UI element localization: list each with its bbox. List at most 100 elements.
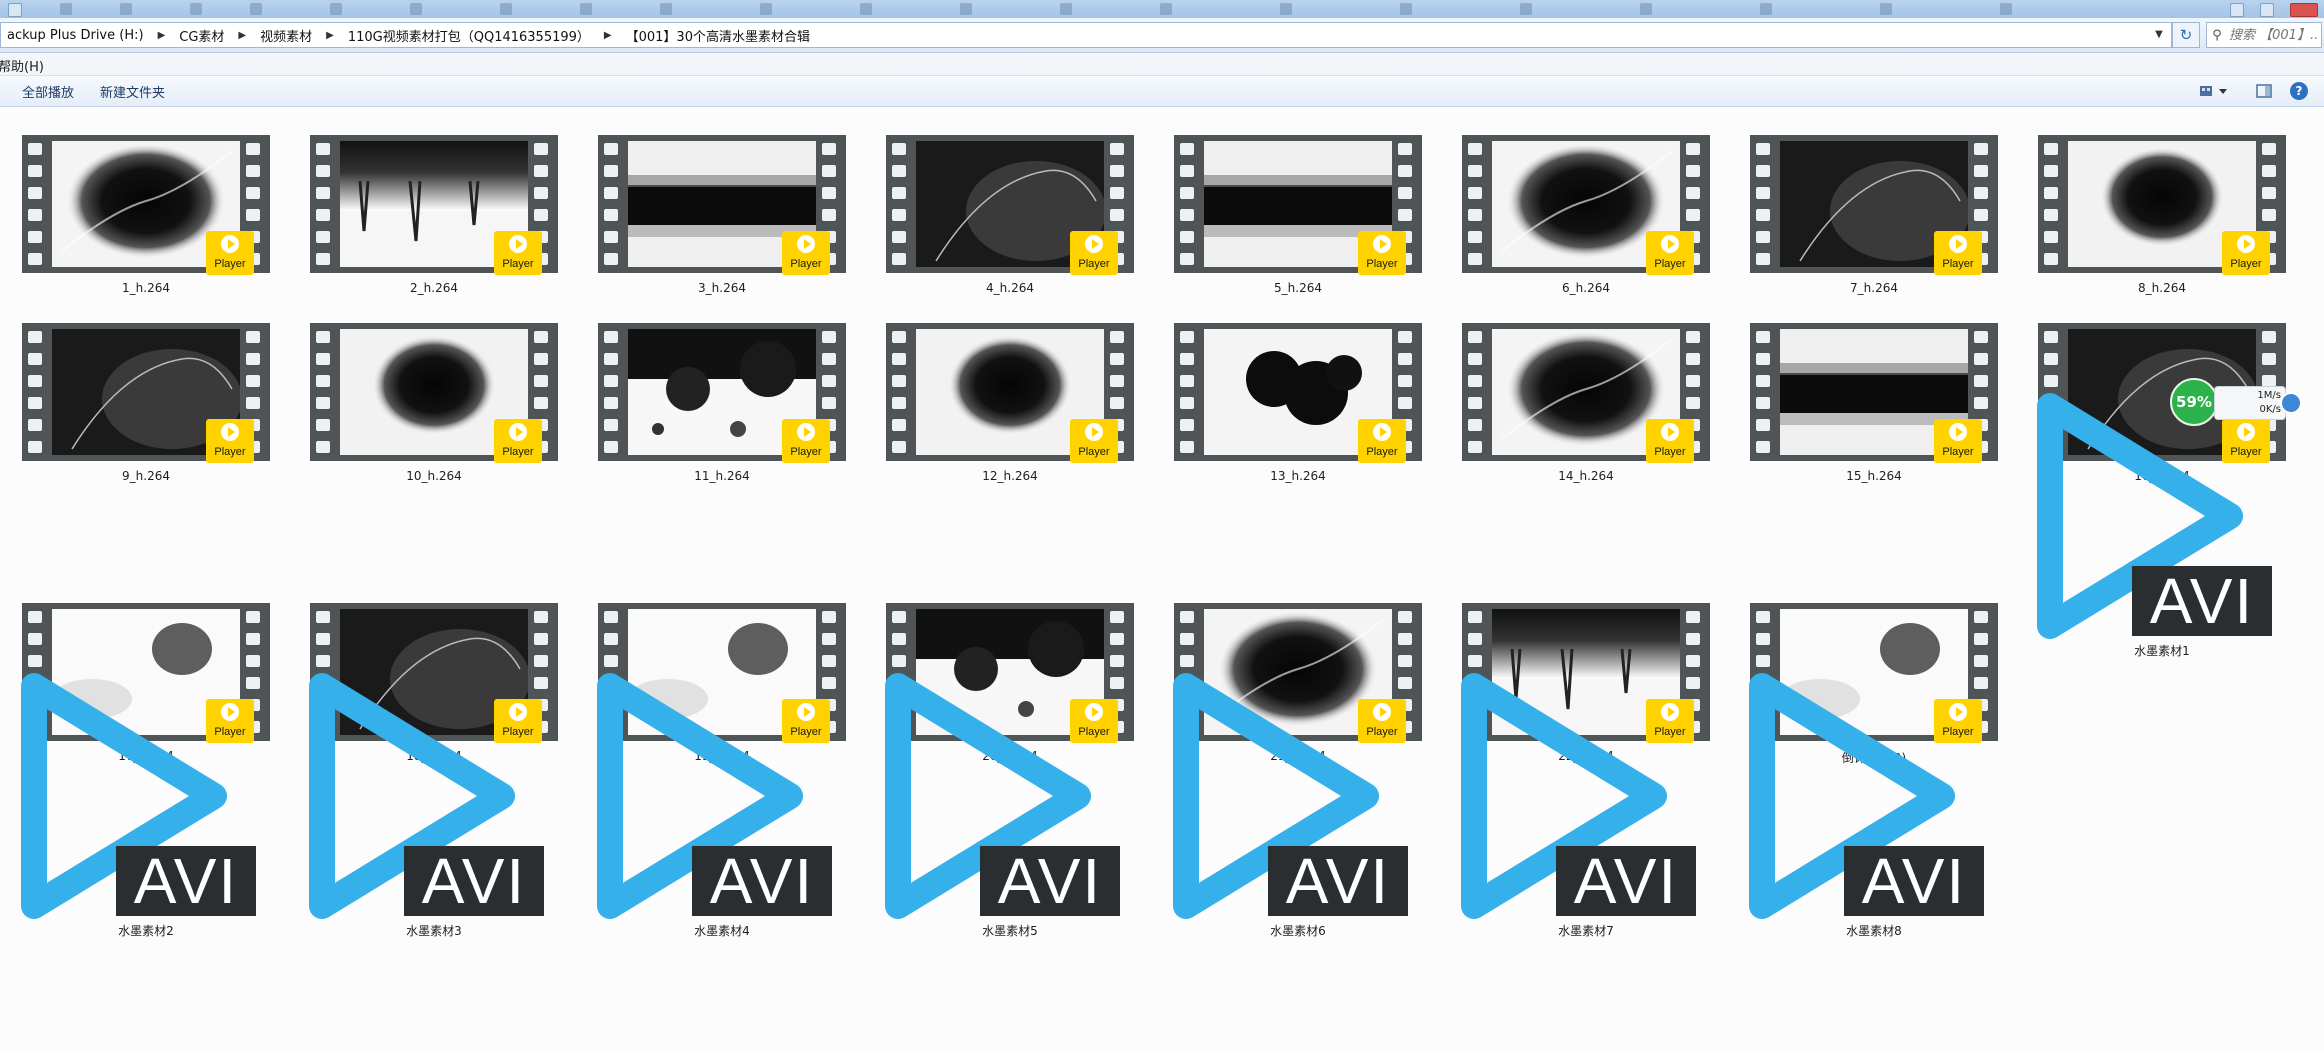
player-badge-icon: Player <box>1934 419 1982 463</box>
preview-pane-button[interactable] <box>2254 81 2274 101</box>
video-file-item[interactable]: Player 12_h.264 <box>864 323 1156 493</box>
avi-format-badge: AVI <box>1844 846 1984 916</box>
taskbar-app-icon[interactable] <box>1760 3 1772 15</box>
maximize-icon[interactable] <box>2260 3 2274 17</box>
video-file-item[interactable]: Player 14_h.264 <box>1440 323 1732 493</box>
video-file-item[interactable]: Player 1_h.264 <box>0 135 292 305</box>
network-speed-widget[interactable]: 59% 1M/s 0K/s <box>2170 378 2302 428</box>
breadcrumb-pack[interactable]: 110G视频素材打包（QQ1416355199） <box>342 26 596 45</box>
player-badge-label: Player <box>1366 258 1398 270</box>
player-badge-label: Player <box>1366 446 1398 458</box>
taskbar-app-icon[interactable] <box>190 3 202 15</box>
taskbar-app-icon[interactable] <box>960 3 972 15</box>
breadcrumb-video[interactable]: 视频素材 <box>254 26 318 45</box>
widget-ball-icon[interactable] <box>2280 392 2302 414</box>
taskbar-app-icon[interactable] <box>860 3 872 15</box>
window-icon[interactable] <box>8 3 22 17</box>
avi-file-item[interactable]: AVI 水墨素材2 <box>0 666 292 940</box>
avi-file-item[interactable]: AVI 水墨素材8 <box>1728 666 2020 940</box>
video-file-item[interactable]: Player 4_h.264 <box>864 135 1156 305</box>
player-badge-icon: Player <box>2222 231 2270 275</box>
player-badge-label: Player <box>790 446 822 458</box>
film-perforation <box>28 143 46 265</box>
player-badge-icon: Player <box>206 419 254 463</box>
file-name: 8_h.264 <box>2138 281 2186 295</box>
taskbar-app-icon[interactable] <box>1060 3 1072 15</box>
taskbar-app-icon[interactable] <box>2000 3 2012 15</box>
taskbar-app-icon[interactable] <box>1280 3 1292 15</box>
file-name: 水墨素材5 <box>982 924 1038 938</box>
breadcrumb-arrow-icon[interactable]: ▶ <box>596 30 620 41</box>
breadcrumb-arrow-icon[interactable]: ▶ <box>318 30 342 41</box>
taskbar-app-icon[interactable] <box>1160 3 1172 15</box>
video-file-item[interactable]: Player 6_h.264 <box>1440 135 1732 305</box>
search-box[interactable]: ⚲ <box>2206 22 2322 48</box>
taskbar-app-icon[interactable] <box>330 3 342 15</box>
taskbar-app-icon[interactable] <box>1640 3 1652 15</box>
player-badge-label: Player <box>502 446 534 458</box>
address-bar[interactable]: ackup Plus Drive (H:) ▶ CG素材 ▶ 视频素材 ▶ 11… <box>0 22 2172 48</box>
avi-file-item[interactable]: AVI 水墨素材3 <box>288 666 580 940</box>
breadcrumb-arrow-icon[interactable]: ▶ <box>150 30 174 41</box>
video-file-item[interactable]: Player 9_h.264 <box>0 323 292 493</box>
breadcrumb-drive[interactable]: ackup Plus Drive (H:) <box>1 28 150 43</box>
file-name: 15_h.264 <box>1846 469 1902 483</box>
breadcrumb-arrow-icon[interactable]: ▶ <box>230 30 254 41</box>
taskbar-app-icon[interactable] <box>660 3 672 15</box>
new-folder-button[interactable]: 新建文件夹 <box>94 82 171 101</box>
file-name: 13_h.264 <box>1270 469 1326 483</box>
view-options-button[interactable] <box>2198 81 2230 101</box>
taskbar-app-icon[interactable] <box>1520 3 1532 15</box>
film-perforation <box>1468 143 1486 265</box>
film-perforation <box>28 331 46 453</box>
avi-file-item[interactable]: AVI 水墨素材6 <box>1152 666 1444 940</box>
close-icon[interactable] <box>2290 3 2318 17</box>
taskbar-app-icon[interactable] <box>580 3 592 15</box>
file-list-view: Player 1_h.264 Player 2_h.264 Player 3_h.264 P… <box>0 107 2324 1051</box>
avi-file-item[interactable]: AVI 水墨素材5 <box>864 666 1156 940</box>
video-file-item[interactable]: Player 10_h.264 <box>288 323 580 493</box>
player-badge-label: Player <box>1078 258 1110 270</box>
refresh-icon[interactable]: ↻ <box>2172 22 2200 48</box>
avi-file-item[interactable]: AVI 水墨素材4 <box>576 666 868 940</box>
avi-file-item[interactable]: AVI 水墨素材7 <box>1440 666 1732 940</box>
search-input[interactable] <box>2227 26 2321 44</box>
play-all-button[interactable]: 全部播放 <box>16 82 80 101</box>
video-file-item[interactable]: Player 13_h.264 <box>1152 323 1444 493</box>
address-bar-row: ackup Plus Drive (H:) ▶ CG素材 ▶ 视频素材 ▶ 11… <box>0 18 2324 53</box>
taskbar-app-icon[interactable] <box>500 3 512 15</box>
video-file-item[interactable]: Player 7_h.264 <box>1728 135 2020 305</box>
video-file-item[interactable]: Player 15_h.264 <box>1728 323 2020 493</box>
video-file-item[interactable]: Player 5_h.264 <box>1152 135 1444 305</box>
file-name: 6_h.264 <box>1562 281 1610 295</box>
taskbar-app-icon[interactable] <box>250 3 262 15</box>
film-perforation <box>604 143 622 265</box>
file-name: 水墨素材1 <box>2134 644 2190 658</box>
taskbar-app-icon[interactable] <box>1400 3 1412 15</box>
menu-help[interactable]: 帮助(H) <box>0 56 44 75</box>
taskbar-app-icon[interactable] <box>60 3 72 15</box>
taskbar-app-icon[interactable] <box>120 3 132 15</box>
avi-format-badge: AVI <box>1556 846 1696 916</box>
video-file-item[interactable]: Player 2_h.264 <box>288 135 580 305</box>
breadcrumb-current[interactable]: 【001】30个高清水墨素材合辑 <box>620 26 816 45</box>
player-badge-icon: Player <box>1070 231 1118 275</box>
address-dropdown-icon[interactable]: ▼ <box>2150 22 2168 46</box>
breadcrumb-cg[interactable]: CG素材 <box>173 26 230 45</box>
taskbar-app-icon[interactable] <box>760 3 772 15</box>
player-badge-icon: Player <box>1646 231 1694 275</box>
video-file-item[interactable]: Player 11_h.264 <box>576 323 868 493</box>
minimize-icon[interactable] <box>2230 3 2244 17</box>
film-perforation <box>2044 143 2062 265</box>
taskbar-app-icon[interactable] <box>1880 3 1892 15</box>
help-icon[interactable]: ? <box>2290 82 2308 100</box>
avi-format-badge: AVI <box>2132 566 2272 636</box>
avi-format-badge: AVI <box>692 846 832 916</box>
file-name: 5_h.264 <box>1274 281 1322 295</box>
film-perforation <box>1756 331 1774 453</box>
video-file-item[interactable]: Player 8_h.264 <box>2016 135 2308 305</box>
taskbar-app-icon[interactable] <box>410 3 422 15</box>
video-file-item[interactable]: Player 3_h.264 <box>576 135 868 305</box>
film-perforation <box>1468 331 1486 453</box>
film-perforation <box>316 143 334 265</box>
